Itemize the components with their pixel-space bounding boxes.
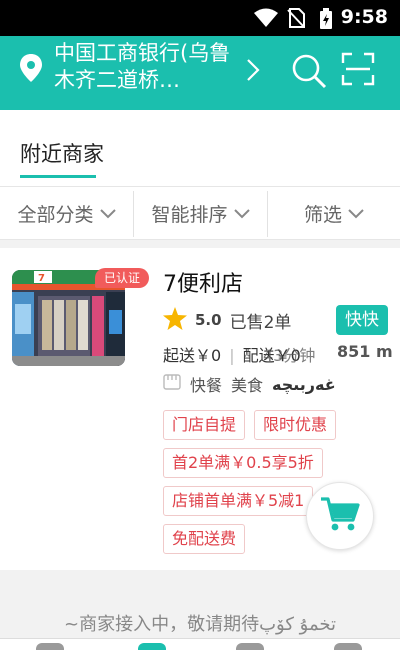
promo-tag-row: 店铺首单满￥5减1 <box>163 486 314 516</box>
chevron-down-icon <box>233 202 250 224</box>
cart-button[interactable] <box>306 482 374 550</box>
category-label-uyghur: غەربىچە <box>272 374 336 394</box>
section-tabs: 附近商家 <box>0 110 400 186</box>
status-bar: 9:58 <box>0 0 400 36</box>
rating-score: 5.0 <box>195 311 222 329</box>
promo-tag: 限时优惠 <box>254 410 337 440</box>
filter-all-categories[interactable]: 全部分类 <box>0 187 133 239</box>
delivery-info: 起送￥0 | 配送￥0 43分钟 851 m <box>163 342 393 366</box>
filter-label: 筛选 <box>303 203 342 226</box>
category-label: 快餐 <box>190 376 223 395</box>
sold-count: 已售2单 <box>229 312 292 333</box>
promo-tag: 店铺首单满￥5减1 <box>163 486 314 516</box>
category-label: 美食 <box>231 376 264 395</box>
tab-nearby-merchants[interactable]: 附近商家 <box>20 138 104 168</box>
separator: | <box>229 346 235 365</box>
search-icon[interactable] <box>290 52 328 94</box>
chevron-down-icon <box>99 202 116 224</box>
clock: 9:58 <box>340 6 388 28</box>
filter-screen[interactable]: 筛选 <box>268 187 400 239</box>
promo-tag-row: 首2单满￥0.5享5折 <box>163 448 323 478</box>
bottom-navigation <box>0 638 400 650</box>
verified-badge: 已认证 <box>95 268 149 288</box>
chevron-right-icon[interactable] <box>246 58 260 86</box>
battery-charging-icon <box>319 8 333 34</box>
min-order: 起送￥0 <box>163 346 222 365</box>
nav-home-icon[interactable] <box>36 643 64 650</box>
tab-underline <box>20 175 96 178</box>
promo-tag: 门店自提 <box>163 410 246 440</box>
nav-merchants-icon[interactable] <box>138 643 166 650</box>
app-header: 中国工商银行(乌鲁木齐二道桥… <box>0 36 400 110</box>
delivery-time: 43分钟 <box>263 346 316 365</box>
location-pin-icon <box>20 54 42 86</box>
filter-label: 全部分类 <box>17 203 94 226</box>
promo-tag: 免配送费 <box>163 524 246 554</box>
promo-tag: 首2单满￥0.5享5折 <box>163 448 323 478</box>
distance: 851 m <box>337 342 393 361</box>
store-categories: 快餐 美食 غەربىچە <box>163 372 336 396</box>
nav-orders-icon[interactable] <box>236 643 264 650</box>
chevron-down-icon <box>348 202 364 224</box>
svg-text:7: 7 <box>38 273 45 284</box>
merchants-coming-note: ~商家接入中，敬请期待تخمۇ كۆپ <box>64 614 336 635</box>
promo-tag-row: 门店自提 限时优惠 <box>163 410 337 440</box>
store-rating: 5.0 已售2单 <box>163 306 292 334</box>
promo-tag-row: 免配送费 <box>163 524 246 554</box>
store-name[interactable]: 7便利店 <box>163 266 243 298</box>
shopping-cart-icon <box>320 496 360 536</box>
category-icon <box>163 373 181 395</box>
wifi-icon <box>254 8 278 32</box>
star-icon <box>163 306 187 334</box>
filter-smart-sort[interactable]: 智能排序 <box>134 187 267 239</box>
nav-profile-icon[interactable] <box>334 643 362 650</box>
fast-delivery-badge: 快快 <box>336 305 388 335</box>
filter-bar: 全部分类 智能排序 筛选 <box>0 186 400 240</box>
location-address[interactable]: 中国工商银行(乌鲁木齐二道桥… <box>54 40 234 94</box>
no-sim-icon <box>287 8 305 32</box>
filter-label: 智能排序 <box>151 203 228 226</box>
scan-icon[interactable] <box>341 52 375 90</box>
